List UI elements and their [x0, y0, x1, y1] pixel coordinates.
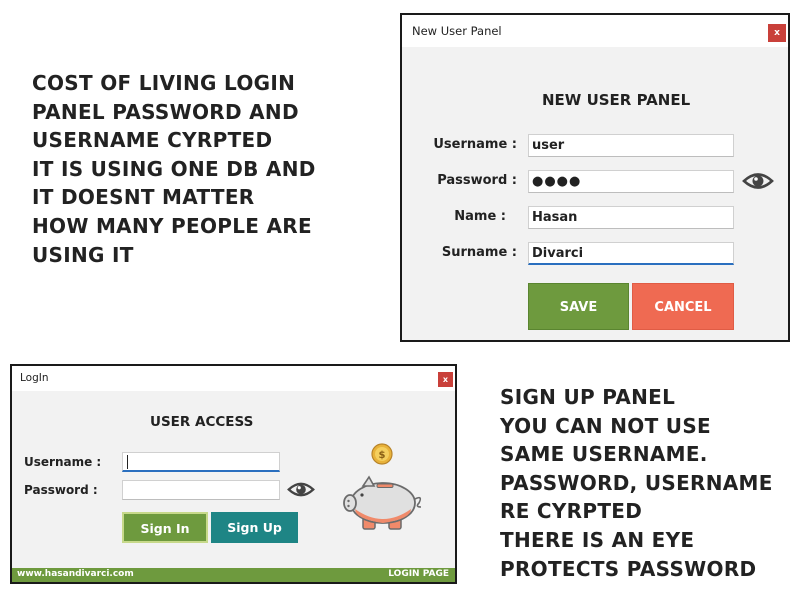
save-button[interactable]: SAVE: [528, 283, 629, 330]
title-bar: New User Panel x: [402, 15, 788, 47]
coin-icon: $: [371, 443, 393, 465]
footer-bar: www.hasandivarci.com LOGIN PAGE: [12, 568, 455, 582]
panel-heading: USER ACCESS: [150, 414, 254, 430]
caption-right: SIGN UP PANEL YOU CAN NOT USE SAME USERN…: [500, 385, 773, 581]
sign-up-button[interactable]: Sign Up: [211, 512, 298, 543]
password-value: ●●●●: [532, 174, 582, 189]
coin-symbol: $: [379, 450, 386, 461]
piggy-bank-icon: [343, 475, 422, 530]
username-label: Username :: [433, 137, 517, 152]
new-user-window: New User Panel x NEW USER PANEL Username…: [400, 13, 790, 342]
window-body: USER ACCESS Username : Password : Sign I…: [12, 391, 455, 568]
cancel-button[interactable]: CANCEL: [632, 283, 734, 330]
title-bar: LogIn x: [12, 366, 455, 391]
name-field[interactable]: Hasan: [528, 206, 734, 229]
panel-heading: NEW USER PANEL: [542, 91, 691, 109]
username-value: user: [532, 138, 565, 153]
username-field[interactable]: user: [528, 134, 734, 157]
password-field[interactable]: ●●●●: [528, 170, 734, 193]
password-field[interactable]: [122, 480, 280, 500]
window-body: NEW USER PANEL Username : user Password …: [402, 47, 788, 340]
surname-label: Surname :: [441, 245, 517, 260]
username-label: Username :: [24, 455, 102, 469]
surname-value: Divarci: [532, 245, 584, 261]
name-value: Hasan: [532, 210, 578, 225]
surname-field[interactable]: Divarci: [528, 242, 734, 265]
eye-icon[interactable]: [742, 169, 774, 193]
eye-icon[interactable]: [287, 479, 315, 500]
password-label: Password :: [437, 173, 517, 188]
username-field[interactable]: [122, 452, 280, 472]
password-label: Password :: [24, 483, 98, 497]
text-caret: [127, 454, 128, 469]
close-button[interactable]: x: [768, 24, 786, 42]
footer-url[interactable]: www.hasandivarci.com: [17, 569, 134, 579]
name-label: Name :: [454, 209, 506, 224]
sign-in-button[interactable]: Sign In: [122, 512, 208, 543]
footer-page-label: LOGIN PAGE: [388, 569, 449, 579]
login-window: LogIn x USER ACCESS Username : Password …: [10, 364, 457, 584]
close-button[interactable]: x: [438, 372, 453, 387]
window-title: LogIn: [20, 372, 49, 384]
window-title: New User Panel: [412, 24, 502, 38]
caption-left: COST OF LIVING LOGIN PANEL PASSWORD AND …: [32, 71, 316, 267]
